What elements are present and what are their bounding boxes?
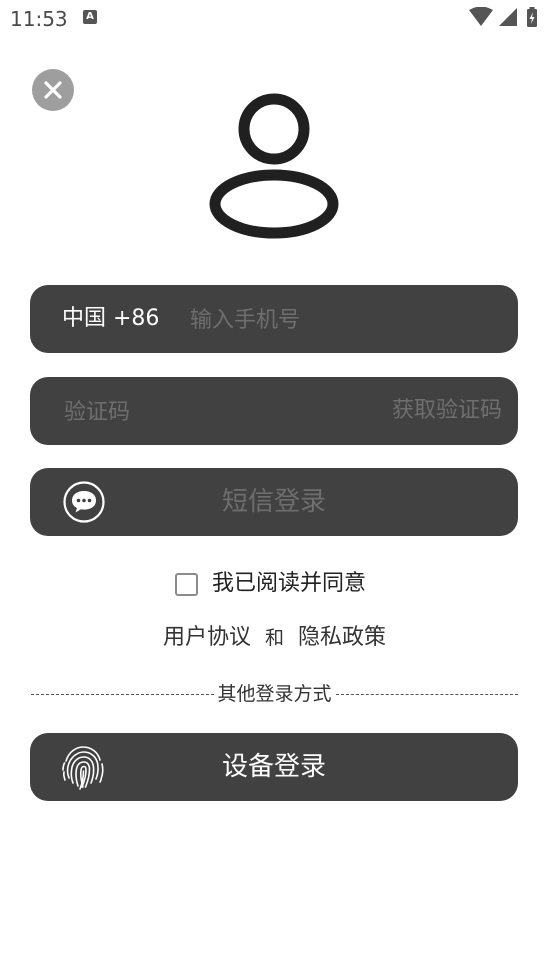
policy-links: 用户协议和隐私政策 — [0, 624, 549, 652]
user-agreement-link[interactable]: 用户协议 — [163, 625, 251, 650]
phone-input[interactable] — [188, 299, 492, 341]
phone-input-row: 中国 +86 — [30, 285, 518, 353]
sms-login-button[interactable]: 短信登录 — [30, 468, 518, 536]
agreement-text: 我已阅读并同意 — [212, 571, 367, 596]
get-code-button[interactable]: 获取验证码 — [392, 397, 502, 425]
agreement-row: 我已阅读并同意 — [175, 568, 366, 600]
agreement-checkbox[interactable] — [175, 572, 198, 596]
sms-login-label: 短信登录 — [221, 487, 326, 517]
status-bar: 11:53 A — [0, 0, 549, 38]
other-login-divider: 其他登录方式 — [31, 682, 519, 706]
divider-line-right — [335, 693, 519, 695]
divider-line-left — [31, 693, 214, 695]
notification-a-icon: A — [83, 10, 97, 24]
wifi-icon — [469, 7, 493, 26]
device-login-button[interactable]: 设备登录 — [30, 733, 518, 801]
other-login-methods-label: 其他登录方式 — [217, 683, 332, 705]
signal-icon — [499, 8, 517, 26]
privacy-policy-link[interactable]: 隐私政策 — [298, 625, 386, 650]
status-icons — [469, 7, 537, 27]
close-button[interactable] — [32, 69, 74, 111]
code-input-row: 获取验证码 — [30, 377, 518, 445]
verification-code-input[interactable] — [62, 391, 346, 433]
device-login-label: 设备登录 — [221, 752, 326, 782]
close-icon — [44, 81, 62, 99]
country-code-selector[interactable]: 中国 +86 — [62, 305, 159, 333]
status-time: 11:53 — [10, 7, 68, 31]
user-avatar-icon — [209, 93, 339, 239]
and-text: 和 — [264, 627, 284, 649]
